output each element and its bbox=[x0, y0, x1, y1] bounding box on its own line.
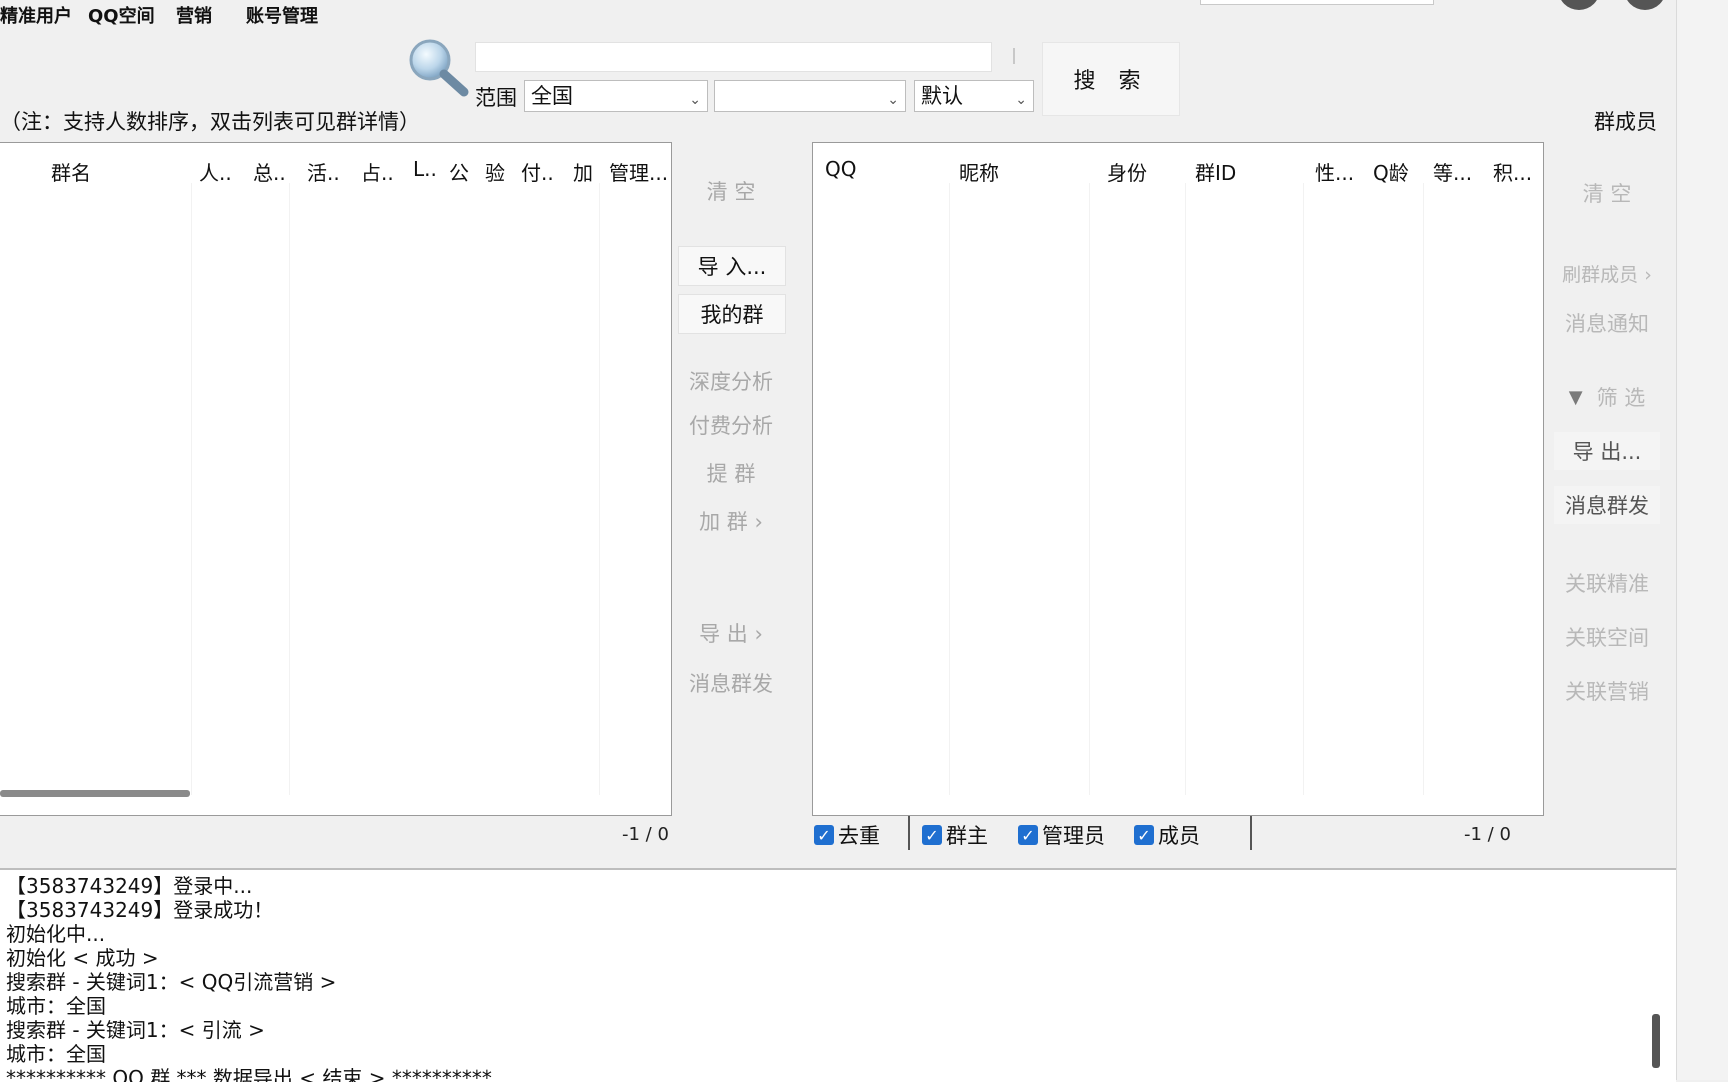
window-edge bbox=[1676, 0, 1728, 1080]
link-marketing-button[interactable]: 关联营销 bbox=[1554, 672, 1660, 710]
groups-horizontal-scrollbar[interactable] bbox=[0, 790, 190, 797]
col-header-verify[interactable]: 验 bbox=[485, 157, 505, 186]
join-groups-button[interactable]: 加 群 › bbox=[678, 502, 784, 540]
member-checkbox[interactable]: ✓ 成员 bbox=[1134, 820, 1200, 850]
clear-groups-button[interactable]: 清 空 bbox=[678, 172, 784, 210]
col-header-points[interactable]: 积... bbox=[1493, 157, 1532, 186]
col-header-role[interactable]: 身份 bbox=[1107, 157, 1147, 186]
member-checkbox-label: 成员 bbox=[1158, 824, 1200, 848]
range-label: 范围 bbox=[475, 86, 517, 110]
admin-checkbox[interactable]: ✓ 管理员 bbox=[1018, 820, 1105, 850]
column-divider bbox=[599, 183, 600, 795]
group-members-title: 群成员 bbox=[1594, 110, 1657, 134]
col-header-total[interactable]: 总.. bbox=[253, 157, 286, 186]
extract-groups-button[interactable]: 提 群 bbox=[678, 454, 784, 492]
col-header-join[interactable]: 加 bbox=[573, 157, 593, 186]
col-header-level[interactable]: L.. bbox=[413, 157, 437, 181]
col-header-gender[interactable]: 性... bbox=[1315, 157, 1354, 186]
message-notify-button[interactable]: 消息通知 bbox=[1554, 304, 1660, 342]
column-divider bbox=[289, 183, 290, 795]
sort-select[interactable]: 默认 ⌄ bbox=[914, 80, 1034, 112]
filter-divider bbox=[908, 816, 910, 850]
hint-note: （注：支持人数排序，双击列表可见群详情） bbox=[0, 110, 420, 134]
sort-select-value: 默认 bbox=[921, 84, 963, 108]
chevron-down-icon: ⌄ bbox=[1015, 92, 1027, 108]
link-space-button[interactable]: 关联空间 bbox=[1554, 618, 1660, 656]
admin-checkbox-label: 管理员 bbox=[1042, 824, 1105, 848]
secondary-select[interactable]: ⌄ bbox=[714, 80, 906, 112]
column-divider bbox=[1185, 183, 1186, 795]
import-button[interactable]: 导 入... bbox=[678, 246, 786, 286]
my-groups-button[interactable]: 我的群 bbox=[678, 294, 786, 334]
range-select[interactable]: 全国 ⌄ bbox=[524, 80, 708, 112]
owner-checkbox[interactable]: ✓ 群主 bbox=[922, 820, 988, 850]
filter-button[interactable]: ▼ 筛 选 bbox=[1554, 378, 1660, 416]
menu-item-qzone[interactable]: QQ空间 bbox=[88, 2, 155, 28]
col-header-nickname[interactable]: 昵称 bbox=[959, 157, 999, 186]
search-button[interactable]: 搜 索 bbox=[1042, 42, 1180, 116]
col-header-group-name[interactable]: 群名 bbox=[51, 157, 91, 186]
col-header-admin[interactable]: 管理... bbox=[609, 157, 668, 186]
export-groups-button[interactable]: 导 出 › bbox=[678, 614, 784, 652]
dedupe-checkbox[interactable]: ✓ 去重 bbox=[814, 820, 880, 850]
checkmark-icon: ✓ bbox=[1018, 825, 1038, 845]
checkmark-icon: ✓ bbox=[814, 825, 834, 845]
members-table[interactable]: QQ 昵称 身份 群ID 性... Q龄 等... 积... bbox=[812, 142, 1544, 816]
menu-item-precise-users[interactable]: 精准用户 bbox=[0, 2, 72, 28]
range-select-value: 全国 bbox=[531, 84, 573, 108]
text-caret bbox=[1013, 48, 1015, 64]
log-line: ********** QQ 群 *** 数据导出 < 结束 > ********… bbox=[6, 1066, 492, 1082]
groups-pager: -1 / 0 bbox=[622, 824, 669, 845]
column-divider bbox=[949, 183, 950, 795]
paid-analysis-button[interactable]: 付费分析 bbox=[678, 406, 784, 444]
col-header-qq[interactable]: QQ bbox=[825, 157, 856, 181]
clear-members-button[interactable]: 清 空 bbox=[1554, 174, 1660, 212]
groups-table[interactable]: 群名 人.. 总.. 活.. 占.. L.. 公 验 付.. 加 管理... bbox=[0, 142, 672, 816]
checkmark-icon: ✓ bbox=[1134, 825, 1154, 845]
search-input[interactable] bbox=[475, 42, 992, 72]
chevron-down-icon: ⌄ bbox=[689, 92, 701, 108]
dedupe-checkbox-label: 去重 bbox=[838, 824, 880, 848]
group-broadcast-button[interactable]: 消息群发 bbox=[678, 664, 784, 702]
filter-divider bbox=[1250, 816, 1252, 850]
settings-button[interactable] bbox=[1624, 0, 1666, 10]
column-divider bbox=[1423, 183, 1424, 795]
col-header-count[interactable]: 人.. bbox=[199, 157, 232, 186]
owner-checkbox-label: 群主 bbox=[946, 824, 988, 848]
top-field[interactable] bbox=[1200, 0, 1434, 5]
menu-item-account[interactable]: 账号管理 bbox=[246, 2, 318, 28]
chevron-down-icon: ⌄ bbox=[887, 92, 899, 108]
col-header-group-id[interactable]: 群ID bbox=[1195, 157, 1236, 186]
log-vertical-scrollbar[interactable] bbox=[1652, 1014, 1660, 1068]
column-divider bbox=[1303, 183, 1304, 795]
col-header-ratio[interactable]: 占.. bbox=[361, 157, 394, 186]
checkmark-icon: ✓ bbox=[922, 825, 942, 845]
filter-icon: ▼ bbox=[1568, 386, 1583, 408]
col-header-qq-age[interactable]: Q龄 bbox=[1373, 157, 1409, 186]
avatar-button[interactable] bbox=[1558, 0, 1600, 10]
log-console[interactable]: 【3583743249】登录中... 【3583743249】登录成功！ 初始化… bbox=[0, 868, 1676, 1082]
col-header-active[interactable]: 活.. bbox=[307, 157, 340, 186]
col-header-paid[interactable]: 付.. bbox=[521, 157, 554, 186]
column-divider bbox=[1089, 183, 1090, 795]
col-header-level[interactable]: 等... bbox=[1433, 157, 1472, 186]
filter-button-label: 筛 选 bbox=[1596, 386, 1646, 410]
menu-item-marketing[interactable]: 营销 bbox=[176, 2, 212, 28]
column-divider bbox=[191, 183, 192, 795]
search-icon bbox=[409, 39, 469, 97]
export-members-button[interactable]: 导 出... bbox=[1554, 432, 1660, 470]
member-broadcast-button[interactable]: 消息群发 bbox=[1554, 486, 1660, 524]
members-pager: -1 / 0 bbox=[1464, 824, 1511, 845]
link-precise-button[interactable]: 关联精准 bbox=[1554, 564, 1660, 602]
refresh-members-button[interactable]: 刷群成员 › bbox=[1554, 254, 1660, 292]
col-header-public[interactable]: 公 bbox=[449, 157, 469, 186]
deep-analysis-button[interactable]: 深度分析 bbox=[678, 362, 784, 400]
